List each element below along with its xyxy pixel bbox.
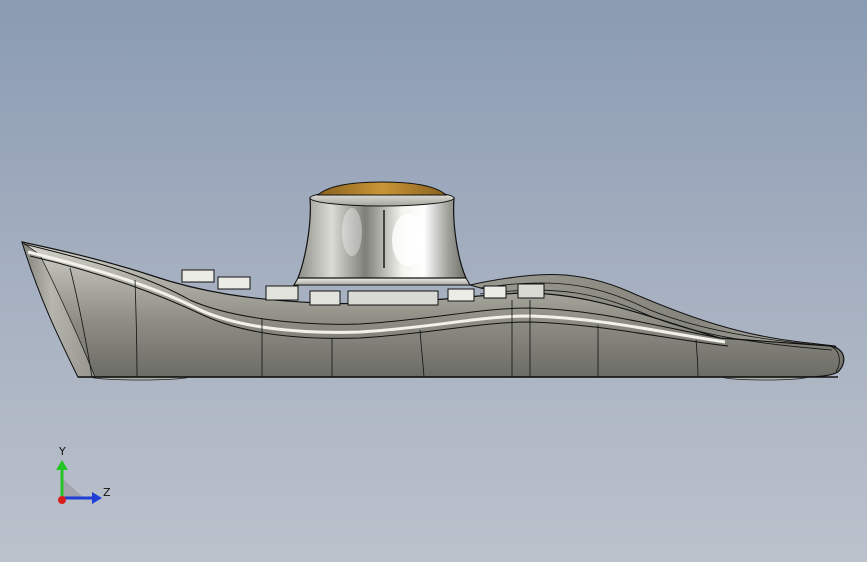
button-key[interactable] [347,290,439,306]
button-key[interactable] [181,269,215,283]
z-axis-label: Z [103,486,111,499]
triad-plane [62,478,84,498]
y-axis-label: Y [58,445,66,458]
button-key[interactable] [217,276,251,290]
y-axis-arrow-icon [56,460,68,470]
model-canvas[interactable]: Y Z [0,0,867,562]
button-key[interactable] [483,285,507,299]
x-axis-dot-icon [58,496,66,504]
z-axis-arrow-icon [92,492,102,504]
button-key[interactable] [265,285,299,301]
button-key[interactable] [447,288,475,302]
cad-viewport[interactable]: Y Z [0,0,867,562]
button-key[interactable] [309,290,341,306]
button-key[interactable] [517,283,545,299]
controller-knob[interactable] [293,181,471,286]
axis-triad[interactable]: Y Z [56,445,111,504]
